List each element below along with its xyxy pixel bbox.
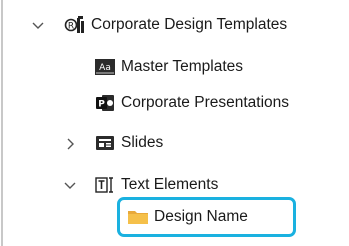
powerpoint-icon: P	[94, 93, 116, 113]
master-template-icon: Aa	[94, 57, 116, 77]
svg-text:R: R	[68, 22, 74, 32]
chevron-down-icon[interactable]	[30, 18, 46, 34]
tree-node-corporate-design-templates[interactable]: R Corporate Design Templates	[30, 11, 287, 39]
tree-node-design-name[interactable]: Design Name	[127, 203, 248, 231]
tree-node-label: Text Elements	[121, 176, 219, 193]
chevron-right-icon[interactable]	[62, 136, 78, 152]
chevron-down-icon[interactable]	[62, 178, 78, 194]
tree-left-border	[1, 0, 3, 246]
tree-node-label: Corporate Presentations	[121, 94, 290, 111]
tree-node-corporate-presentations[interactable]: P Corporate Presentations	[94, 89, 289, 117]
tree-node-label: Design Name	[154, 208, 248, 225]
tree-node-label: Master Templates	[121, 58, 244, 75]
svg-text:Aa: Aa	[99, 63, 111, 73]
tree-node-label: Corporate Design Templates	[91, 16, 288, 33]
folder-icon	[127, 207, 149, 227]
office-templates-icon: R	[64, 15, 86, 35]
tree-node-label: Slides	[121, 134, 164, 151]
text-elements-icon	[94, 175, 116, 195]
tree-node-text-elements[interactable]: Text Elements	[62, 171, 218, 199]
slides-icon	[94, 133, 116, 153]
tree-node-slides[interactable]: Slides	[62, 129, 163, 157]
svg-text:P: P	[98, 100, 105, 110]
tree-node-master-templates[interactable]: Aa Master Templates	[94, 53, 243, 81]
